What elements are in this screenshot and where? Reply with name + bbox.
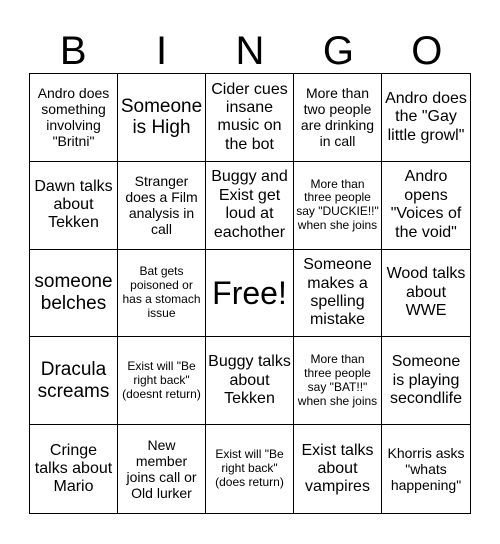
bingo-cell[interactable]: Andro opens "Voices of the void" [382,162,470,250]
bingo-cell[interactable]: Buggy talks about Tekken [206,337,294,426]
bingo-cell[interactable]: Dracula screams [30,337,118,426]
header-letter-g: G [322,28,354,73]
bingo-cell[interactable]: Stranger does a Film analysis in call [118,161,206,250]
bingo-cell[interactable]: Cringe talks about Mario [30,425,118,513]
free-space[interactable]: Free! [206,249,294,338]
bingo-cell[interactable]: More than three people say "BAT!!" when … [294,337,382,426]
bingo-cell[interactable]: Exist will "Be right back" (does return) [206,425,294,513]
bingo-cell[interactable]: Someone is High [118,74,206,162]
bingo-cell[interactable]: someone belches [30,249,118,338]
bingo-cell[interactable]: Andro does something involving "Britni" [30,74,118,162]
bingo-cell[interactable]: Andro does the "Gay little growl" [382,74,470,162]
header-letter-o: O [411,28,443,73]
bingo-cell[interactable]: Dawn talks about Tekken [30,161,118,250]
bingo-cell[interactable]: Bat gets poisoned or has a stomach issue [118,249,206,338]
bingo-cell[interactable]: Exist talks about vampires [294,425,382,513]
header-letter-i: I [156,28,168,73]
bingo-header: B I N G O [29,28,471,73]
header-letter-n: N [235,28,265,73]
bingo-cell[interactable]: Cider cues insane music on the bot [206,74,294,162]
bingo-cell[interactable]: Exist will "Be right back" (doesnt retur… [118,337,206,426]
bingo-cell[interactable]: Someone makes a spelling mistake [294,249,382,338]
bingo-cell[interactable]: More than two people are drinking in cal… [294,74,382,162]
bingo-cell[interactable]: More than three people say "DUCKIE!!" wh… [294,161,382,250]
bingo-cell[interactable]: Buggy and Exist get loud at eachother [206,161,294,250]
bingo-cell[interactable]: New member joins call or Old lurker [118,425,206,513]
bingo-cell[interactable]: Khorris asks "whats happening" [382,425,470,513]
header-letter-b: B [59,28,87,73]
bingo-cell[interactable]: Wood talks about WWE [382,250,470,338]
bingo-cell[interactable]: Someone is playing secondlife [382,337,470,426]
bingo-board: Andro does something involving "Britni" … [29,73,471,514]
